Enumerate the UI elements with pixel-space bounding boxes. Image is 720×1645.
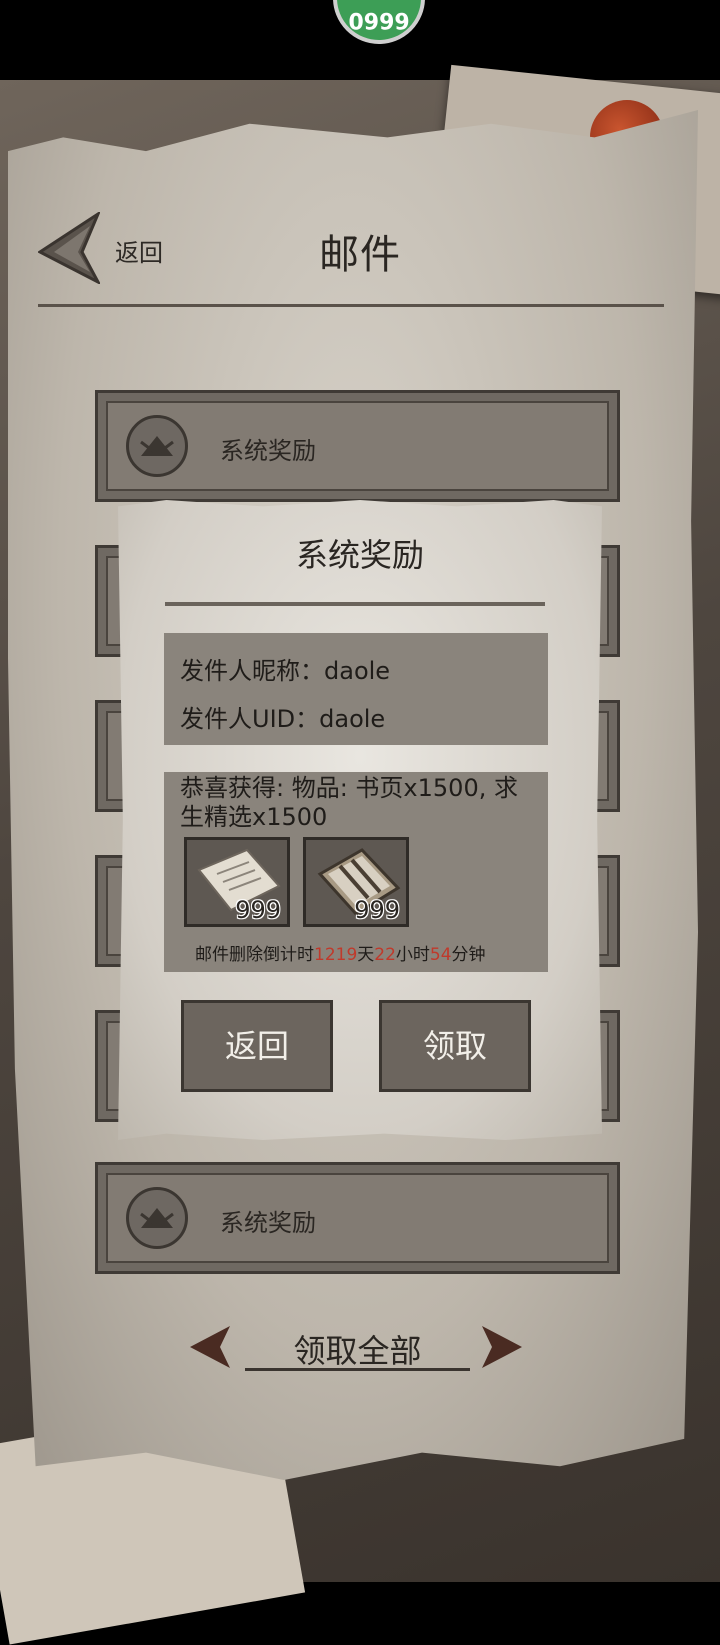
envelope-icon xyxy=(126,415,188,477)
reward-item-slot[interactable]: 999 xyxy=(303,837,409,927)
dialog-back-button[interactable]: 返回 xyxy=(181,1000,333,1092)
mail-item-label: 系统奖励 xyxy=(220,437,316,465)
left-arrow-icon[interactable] xyxy=(188,1324,232,1370)
item-quantity: 999 xyxy=(354,896,400,924)
countdown-minutes: 54 xyxy=(429,945,452,965)
dialog-divider xyxy=(165,602,545,606)
countdown-days: 1219 xyxy=(314,945,358,965)
countdown-prefix: 邮件删除倒计时 xyxy=(195,945,314,965)
countdown-hours: 22 xyxy=(374,945,396,965)
right-arrow-icon[interactable] xyxy=(480,1324,524,1370)
deletion-countdown: 邮件删除倒计时1219天22小时54分钟 xyxy=(195,940,486,965)
page-title: 邮件 xyxy=(319,232,401,278)
countdown-days-unit: 天 xyxy=(357,945,375,965)
claim-all-underline xyxy=(245,1368,470,1371)
mail-item[interactable]: 系统奖励 xyxy=(95,390,620,502)
claim-button[interactable]: 领取 xyxy=(379,1000,531,1092)
item-quantity: 999 xyxy=(235,896,281,924)
header-divider xyxy=(38,304,664,307)
countdown-hours-unit: 小时 xyxy=(395,945,430,965)
sender-nickname: 发件人昵称：daole xyxy=(180,657,391,685)
sender-uid: 发件人UID：daole xyxy=(180,705,386,733)
reward-text: 恭喜获得: 物品: 书页x1500, 求生精选x1500 xyxy=(180,774,518,831)
dialog-title: 系统奖励 xyxy=(295,536,424,574)
mail-item[interactable]: 系统奖励 xyxy=(95,1162,620,1274)
envelope-icon xyxy=(126,1187,188,1249)
countdown-minutes-unit: 分钟 xyxy=(451,945,486,965)
mail-item-label: 系统奖励 xyxy=(220,1209,316,1237)
claim-all-button[interactable]: 领取全部 xyxy=(245,1326,470,1372)
badge-text: 6660 xyxy=(348,7,410,32)
reward-item-slot[interactable]: 999 xyxy=(184,837,290,927)
